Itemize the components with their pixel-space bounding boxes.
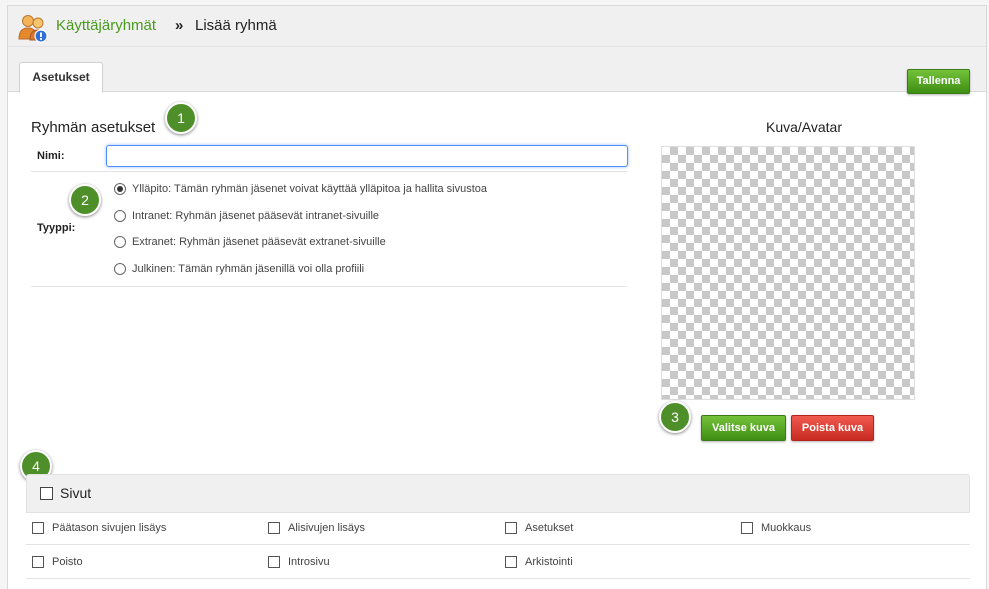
permission-item[interactable]: Päätason sivujen lisäys xyxy=(32,522,166,534)
permission-label: Arkistointi xyxy=(525,556,573,568)
pages-section-title: Sivut xyxy=(60,485,92,501)
avatar-title: Kuva/Avatar xyxy=(766,119,843,135)
step-badge-2: 2 xyxy=(69,184,101,216)
divider xyxy=(31,171,627,172)
permission-label: Päätason sivujen lisäys xyxy=(52,522,167,534)
permission-item[interactable]: Introsivu xyxy=(268,556,330,568)
type-label: Tyyppi: xyxy=(37,222,76,234)
permission-item[interactable]: Alisivujen lisäys xyxy=(268,522,365,534)
divider xyxy=(26,544,970,545)
name-label: Nimi: xyxy=(37,150,65,162)
step-badge-1: 1 xyxy=(165,102,197,134)
radio-button[interactable] xyxy=(114,263,126,275)
save-button[interactable]: Tallenna xyxy=(907,69,970,94)
radio-button[interactable] xyxy=(114,210,126,222)
type-option-extranet[interactable]: Extranet: Ryhmän jäsenet pääsevät extran… xyxy=(114,235,386,249)
tab-bar: Asetukset xyxy=(8,47,986,93)
permission-checkbox[interactable] xyxy=(505,522,517,534)
pages-section-header: Sivut xyxy=(26,474,970,513)
permission-label: Asetukset xyxy=(525,522,574,534)
permission-item[interactable]: Muokkaus xyxy=(741,522,811,534)
type-option-intranet[interactable]: Intranet: Ryhmän jäsenet pääsevät intran… xyxy=(114,209,379,223)
radio-button[interactable] xyxy=(114,183,126,195)
name-input[interactable] xyxy=(106,145,628,167)
type-option-label: Intranet: Ryhmän jäsenet pääsevät intran… xyxy=(132,210,380,222)
permission-checkbox[interactable] xyxy=(268,556,280,568)
permission-item[interactable]: Asetukset xyxy=(505,522,573,534)
permission-checkbox[interactable] xyxy=(741,522,753,534)
breadcrumb-current: Lisää ryhmä xyxy=(195,17,277,34)
permission-checkbox[interactable] xyxy=(32,556,44,568)
type-option-label: Extranet: Ryhmän jäsenet pääsevät extran… xyxy=(132,236,386,248)
permission-label: Introsivu xyxy=(288,556,330,568)
avatar-image-placeholder xyxy=(661,146,915,400)
permission-checkbox[interactable] xyxy=(32,522,44,534)
permission-item[interactable]: Arkistointi xyxy=(505,556,573,568)
permission-checkbox[interactable] xyxy=(505,556,517,568)
main-frame: Käyttäjäryhmät » Lisää ryhmä Asetukset T… xyxy=(7,5,987,589)
section-title: Ryhmän asetukset xyxy=(31,119,156,136)
remove-image-button[interactable]: Poista kuva xyxy=(791,415,874,441)
permission-label: Poisto xyxy=(52,556,83,568)
permission-label: Alisivujen lisäys xyxy=(288,522,366,534)
type-option-label: Julkinen: Tämän ryhmän jäsenillä voi oll… xyxy=(132,263,365,275)
breadcrumb-separator: » xyxy=(175,17,184,34)
radio-button[interactable] xyxy=(114,236,126,248)
permission-label: Muokkaus xyxy=(761,522,812,534)
pages-select-all-checkbox[interactable] xyxy=(40,487,53,500)
users-group-icon xyxy=(18,15,48,43)
permission-checkbox[interactable] xyxy=(268,522,280,534)
page-header: Käyttäjäryhmät » Lisää ryhmä xyxy=(8,6,986,47)
tab-asetukset[interactable]: Asetukset xyxy=(19,62,103,93)
step-badge-3: 3 xyxy=(659,401,691,433)
divider xyxy=(26,578,970,579)
choose-image-button[interactable]: Valitse kuva xyxy=(701,415,786,441)
type-option-julkinen[interactable]: Julkinen: Tämän ryhmän jäsenillä voi oll… xyxy=(114,262,364,276)
breadcrumb-root-link[interactable]: Käyttäjäryhmät xyxy=(56,17,156,34)
type-option-yllapito[interactable]: Ylläpito: Tämän ryhmän jäsenet voivat kä… xyxy=(114,182,487,196)
divider xyxy=(31,286,627,287)
type-option-label: Ylläpito: Tämän ryhmän jäsenet voivat kä… xyxy=(132,183,488,195)
permission-item[interactable]: Poisto xyxy=(32,556,83,568)
